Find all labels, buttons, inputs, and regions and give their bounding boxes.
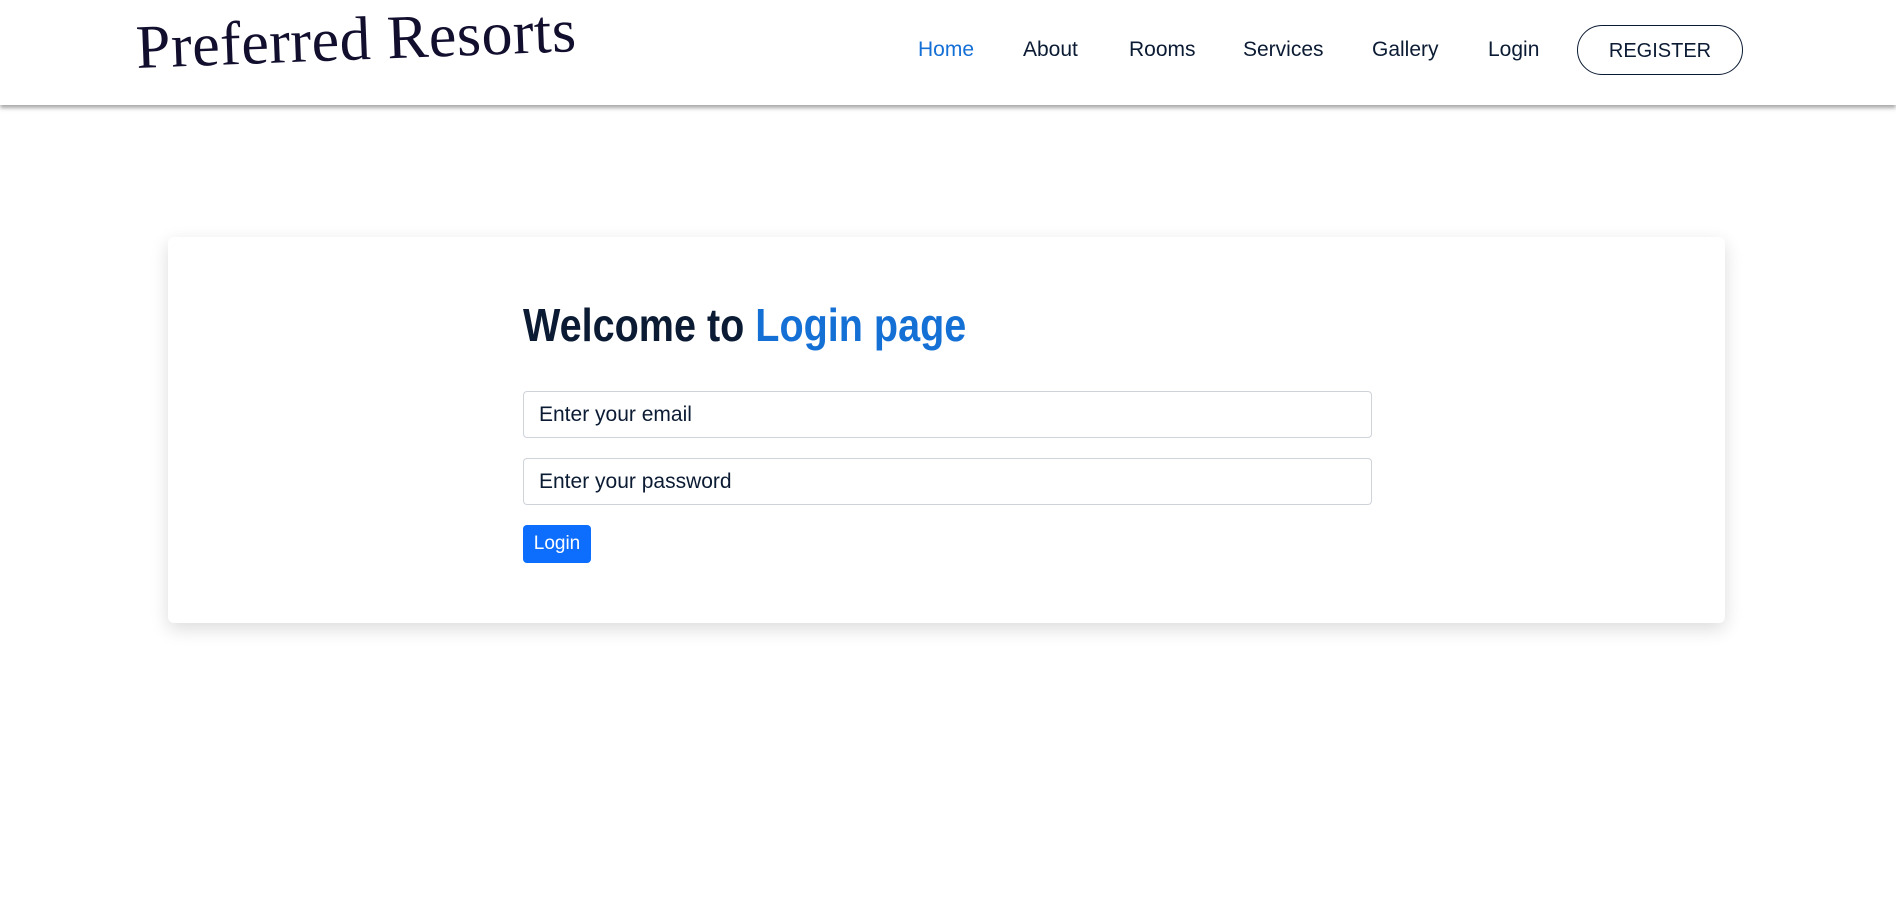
page-title-highlight: Login page bbox=[755, 299, 967, 351]
page-title: Welcome to Login page bbox=[523, 297, 966, 353]
page-title-prefix: Welcome to bbox=[523, 299, 745, 351]
login-card: Welcome to Login page Login bbox=[168, 237, 1725, 623]
nav-link-rooms[interactable]: Rooms bbox=[1129, 37, 1196, 63]
navbar: Preferred Resorts Home About Rooms Servi… bbox=[0, 0, 1896, 105]
nav-link-home[interactable]: Home bbox=[918, 37, 974, 63]
login-button[interactable]: Login bbox=[523, 525, 591, 563]
nav-link-services[interactable]: Services bbox=[1243, 37, 1324, 63]
nav-link-login[interactable]: Login bbox=[1488, 37, 1539, 63]
register-button[interactable]: REGISTER bbox=[1577, 25, 1743, 75]
email-field[interactable] bbox=[523, 391, 1372, 438]
nav-link-about[interactable]: About bbox=[1023, 37, 1078, 63]
password-field[interactable] bbox=[523, 458, 1372, 505]
nav-link-gallery[interactable]: Gallery bbox=[1372, 37, 1439, 63]
